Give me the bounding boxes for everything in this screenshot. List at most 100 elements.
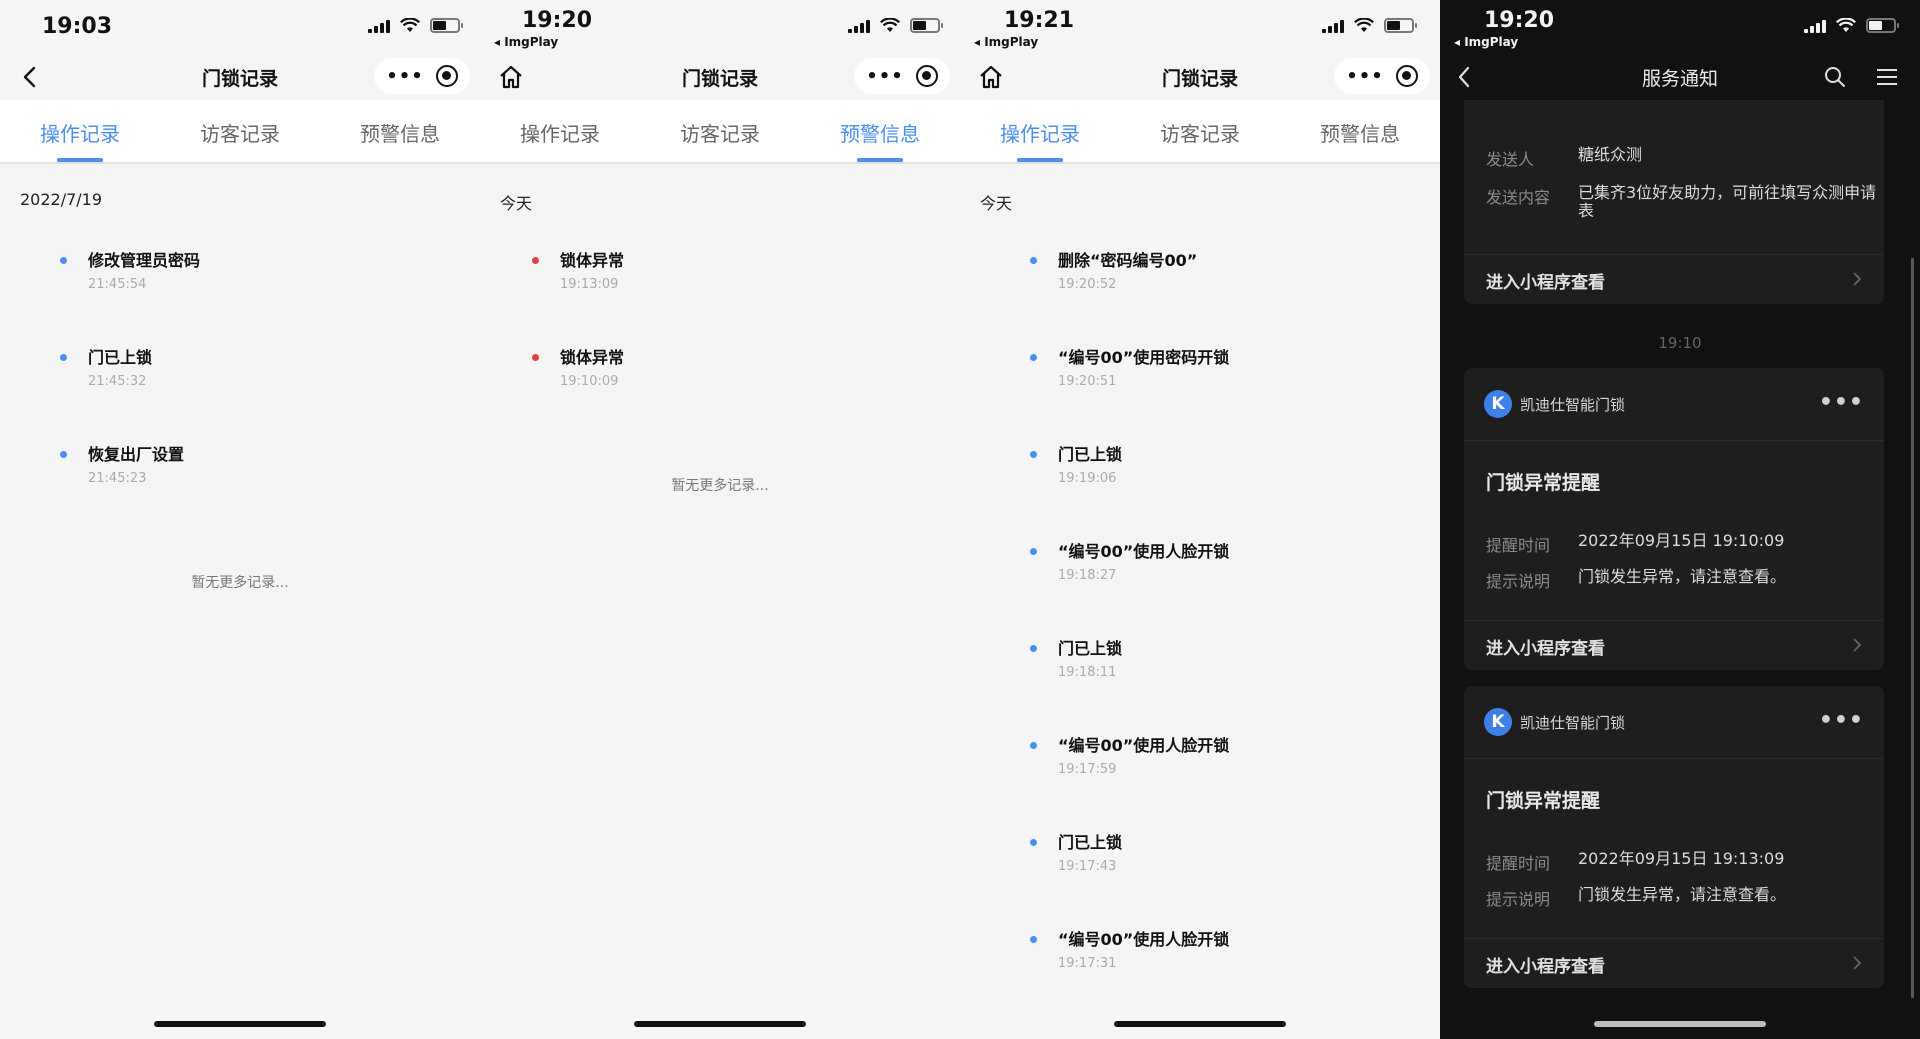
date-header: 今天	[980, 194, 1013, 213]
enter-mini-program-button[interactable]: 进入小程序查看	[1464, 620, 1884, 670]
back-to-app[interactable]: ◂ ImgPlay	[974, 35, 1038, 49]
mini-program-capsule: •••	[854, 58, 950, 94]
bullet-dot	[1030, 354, 1037, 361]
panel-operation-records-2: 19:21 ◂ ImgPlay 门锁记录 ••• 操作记录 访客记录 预警信息 …	[960, 0, 1440, 1039]
list-item: “编号00”使用人脸开锁 19:17:31	[970, 929, 1440, 1026]
bullet-dot	[1030, 742, 1037, 749]
enter-mini-program-label: 进入小程序查看	[1486, 639, 1605, 659]
brand-logo-icon: K	[1484, 708, 1512, 736]
description-label: 提示说明	[1486, 890, 1551, 909]
remind-time-label: 提醒时间	[1486, 854, 1551, 873]
card-title: 门锁异常提醒	[1486, 472, 1601, 494]
record-title: 锁体异常	[560, 251, 625, 270]
status-icons	[368, 18, 463, 33]
record-time: 19:19:06	[1058, 471, 1117, 486]
mini-program-capsule: •••	[1334, 58, 1430, 94]
more-icon[interactable]: •••	[374, 66, 436, 87]
record-time: 19:17:43	[1058, 859, 1117, 874]
more-icon[interactable]: •••	[854, 66, 916, 87]
close-capsule-icon[interactable]	[916, 65, 938, 87]
more-icon[interactable]: •••	[1819, 708, 1864, 733]
list-item: 门已上锁 19:18:11	[970, 638, 1440, 735]
description-row: 提示说明 门锁发生异常，请注意查看。	[1486, 886, 1786, 910]
tab-operation-records[interactable]: 操作记录	[960, 100, 1120, 162]
status-time: 19:20	[1484, 8, 1555, 33]
back-to-app[interactable]: ◂ ImgPlay	[494, 35, 558, 49]
close-capsule-icon[interactable]	[1396, 65, 1418, 87]
status-bar: 19:20 ◂ ImgPlay	[1440, 0, 1920, 54]
remind-time-value: 2022年09月15日 19:13:09	[1578, 849, 1785, 868]
tab-visitor-records[interactable]: 访客记录	[160, 100, 320, 162]
record-time: 19:17:59	[1058, 762, 1117, 777]
bullet-dot	[1030, 451, 1037, 458]
status-bar: 19:03	[0, 0, 480, 54]
enter-mini-program-label: 进入小程序查看	[1486, 957, 1605, 977]
nav-bar: 门锁记录 •••	[480, 54, 960, 100]
list-item: 恢复出厂设置 21:45:23	[0, 444, 480, 541]
tab-bar: 操作记录 访客记录 预警信息	[0, 100, 480, 164]
bullet-dot	[1030, 548, 1037, 555]
home-indicator[interactable]	[1594, 1021, 1766, 1027]
battery-icon	[1384, 18, 1417, 33]
home-indicator[interactable]	[1114, 1021, 1286, 1027]
bullet-dot	[1030, 839, 1037, 846]
signal-icon	[368, 19, 390, 33]
no-more-records: 暂无更多记录...	[671, 478, 769, 494]
date-header: 2022/7/19	[20, 190, 103, 209]
list-item: 修改管理员密码 21:45:54	[0, 250, 480, 347]
screenshot-collage: 19:03 门锁记录 ••• 操作记录 访客记录 预警信息 2022/7/19 …	[0, 0, 1920, 1039]
more-icon[interactable]: •••	[1334, 66, 1396, 87]
record-title: 门已上锁	[1058, 833, 1123, 852]
remind-time-row: 提醒时间 2022年09月15日 19:10:09	[1486, 532, 1784, 556]
record-time: 19:18:27	[1058, 568, 1117, 583]
more-icon[interactable]: •••	[1819, 390, 1864, 415]
content-row: 发送内容 已集齐3位好友助力，可前往填写众测申请表	[1486, 184, 1876, 220]
home-indicator[interactable]	[154, 1021, 326, 1027]
record-list: 锁体异常 19:13:09 锁体异常 19:10:09	[480, 250, 960, 444]
brand-logo-icon: K	[1484, 390, 1512, 418]
tab-visitor-records[interactable]: 访客记录	[640, 100, 800, 162]
wifi-icon	[880, 18, 900, 32]
bullet-dot	[60, 257, 67, 264]
record-title: 删除“密码编号00”	[1058, 251, 1198, 270]
nav-bar: 门锁记录 •••	[960, 54, 1440, 100]
tab-operation-records[interactable]: 操作记录	[0, 100, 160, 162]
notification-card-partial: 发送人 糖纸众测 发送内容 已集齐3位好友助力，可前往填写众测申请表 进入小程序…	[1464, 100, 1884, 304]
status-bar: 19:20 ◂ ImgPlay	[480, 0, 960, 54]
mini-program-capsule: •••	[374, 58, 470, 94]
record-time: 19:17:31	[1058, 956, 1117, 971]
tab-visitor-records[interactable]: 访客记录	[1120, 100, 1280, 162]
list-item: “编号00”使用密码开锁 19:20:51	[970, 347, 1440, 444]
tab-alerts[interactable]: 预警信息	[320, 100, 480, 162]
bullet-dot	[1030, 257, 1037, 264]
tab-bar: 操作记录 访客记录 预警信息	[480, 100, 960, 164]
signal-icon	[848, 19, 870, 33]
status-time: 19:20	[522, 8, 593, 33]
search-icon[interactable]	[1822, 62, 1848, 92]
bullet-dot	[60, 354, 67, 361]
enter-mini-program-button[interactable]: 进入小程序查看	[1464, 938, 1884, 988]
chevron-right-icon	[1853, 272, 1862, 286]
enter-mini-program-label: 进入小程序查看	[1486, 273, 1605, 293]
home-indicator[interactable]	[634, 1021, 806, 1027]
brand-header: K 凯迪仕智能门锁	[1484, 708, 1625, 736]
tab-operation-records[interactable]: 操作记录	[480, 100, 640, 162]
content-value: 已集齐3位好友助力，可前往填写众测申请表	[1578, 183, 1877, 220]
scrollbar[interactable]	[1911, 258, 1914, 998]
back-to-app[interactable]: ◂ ImgPlay	[1454, 35, 1518, 49]
tab-alerts[interactable]: 预警信息	[800, 100, 960, 162]
record-time: 19:20:52	[1058, 277, 1117, 292]
enter-mini-program-button[interactable]: 进入小程序查看	[1464, 254, 1884, 304]
no-more-records: 暂无更多记录...	[191, 575, 289, 591]
tab-alerts[interactable]: 预警信息	[1280, 100, 1440, 162]
divider	[1464, 758, 1884, 759]
page-title: 服务通知	[1641, 68, 1718, 90]
record-time: 19:18:11	[1058, 665, 1117, 680]
chevron-right-icon	[1853, 638, 1862, 652]
record-time: 21:45:54	[88, 277, 147, 292]
status-bar: 19:21 ◂ ImgPlay	[960, 0, 1440, 54]
card-title: 门锁异常提醒	[1486, 790, 1601, 812]
menu-icon[interactable]	[1874, 62, 1900, 92]
close-capsule-icon[interactable]	[436, 65, 458, 87]
battery-icon	[1866, 18, 1899, 33]
